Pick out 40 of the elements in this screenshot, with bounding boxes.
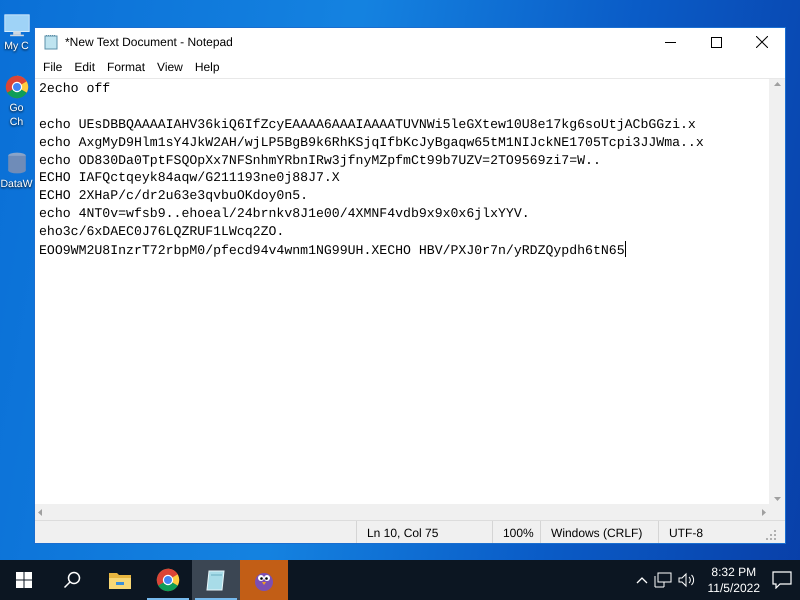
status-text: 100%: [492, 521, 540, 543]
menu-item[interactable]: Format: [101, 56, 152, 78]
status-text: Ln 10, Col 75: [356, 521, 492, 543]
window-title: *New Text Document - Notepad: [65, 34, 234, 51]
text-cursor: [624, 241, 626, 258]
menu-item[interactable]: View: [151, 56, 189, 78]
desktop-icon-label[interactable]: Go Ch: [9, 101, 24, 129]
windows-logo-icon: [16, 572, 32, 588]
text-line: eho3c/6xDAEC0J76LQZRUF1LWcq2ZO.: [39, 223, 286, 242]
resize-grip-icon[interactable]: [765, 529, 777, 541]
network-icon[interactable]: [654, 572, 672, 588]
maximize-icon: [710, 36, 722, 48]
search-icon: [63, 571, 81, 589]
text-line: ECHO IAFQctqeyk84aqw/G211193ne0j88J7.X: [39, 169, 341, 188]
text-line: 2echo off: [39, 80, 112, 98]
taskbar-app-button[interactable]: [192, 560, 240, 600]
desktop-icon-label[interactable]: DataW: [0, 177, 33, 191]
text-line: echo AxgMyD9Hlm1sY4JkW2AH/wjLP5BgB9k6RhKSjqIfbKcJyBgaqw65tM1NIJckNE1705Tcpi3JJWma..x: [39, 134, 705, 152]
folder-icon: [108, 570, 132, 590]
menu-item[interactable]: Edit: [68, 56, 102, 78]
notepad-icon: [43, 34, 59, 50]
text-line: EOO9WM2U8InzrT72rbpM0/pfecd94v4wnm1NG99UH.XECHO HBV/PXJ0r7n/yRDZQypdh6tN65: [39, 241, 627, 259]
notification-icon[interactable]: [772, 571, 792, 589]
close-icon: [756, 36, 768, 48]
volume-icon[interactable]: [678, 572, 696, 588]
clock-time[interactable]: 8:32 PM: [708, 564, 760, 580]
chevron-up-icon[interactable]: [636, 576, 648, 584]
text-line: echo UEsDBBQAAAAIAHV36kiQ6IfZcyEAAAA6AAAIAAAATUVNWi5leGXtew10U8e17kg6soUtjACbGGzi.x: [39, 116, 697, 134]
chrome-icon: [156, 568, 180, 592]
clock-date[interactable]: 11/5/2022: [708, 580, 760, 596]
text-line: ECHO 2XHaP/c/dr2u63e3qvbuOKdoy0n5.: [39, 187, 310, 206]
menu-item[interactable]: File: [37, 56, 68, 78]
status-text: UTF-8: [658, 521, 765, 543]
status-text: Windows (CRLF): [540, 521, 658, 543]
monitor-icon[interactable]: [4, 14, 30, 37]
menu-item[interactable]: Help: [188, 56, 226, 78]
text-line: echo 4NT0v=wfsb9..ehoeal/24brnkv8J1e00/4XMNF4vdb9x9x0x6jlxYYV.: [39, 205, 531, 224]
text-line: echo OD830Da0TptFSQOpXx7NFSnhmYRbnIRw3jfnyMZpfmCt99b7UZV=2TO9569zi7=W..: [39, 152, 602, 170]
desktop-icon-label[interactable]: My C: [4, 39, 29, 53]
chrome-icon[interactable]: [4, 75, 28, 99]
